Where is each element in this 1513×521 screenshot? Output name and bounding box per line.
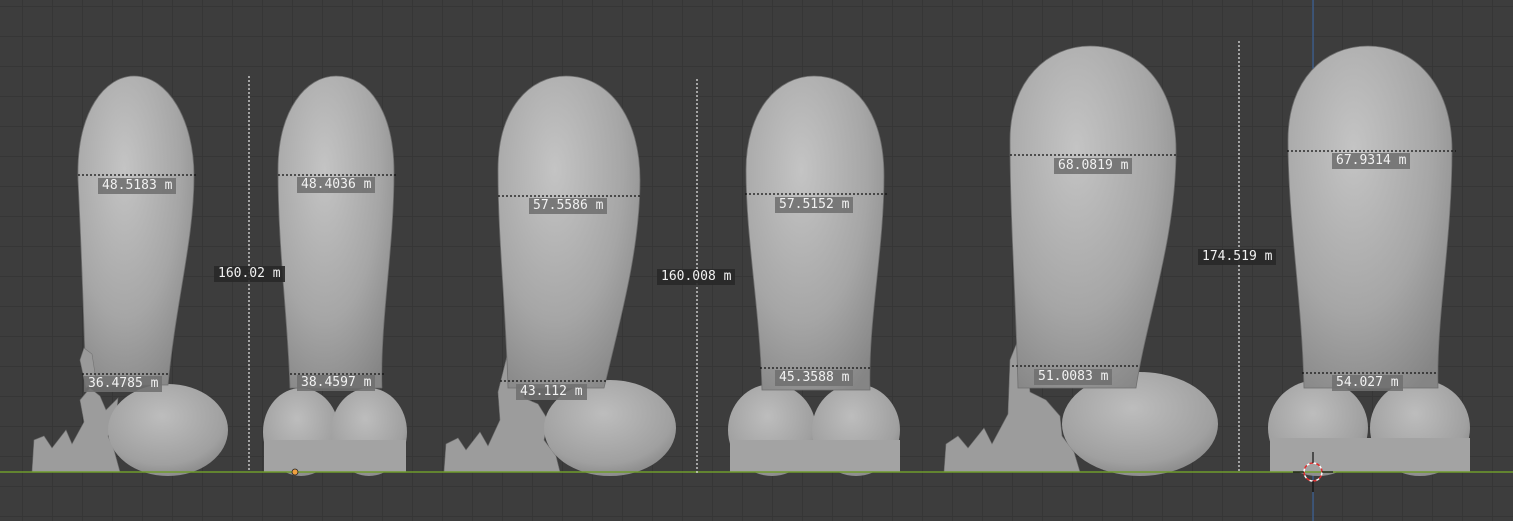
model-6[interactable] (1268, 45, 1470, 476)
height-label: 174.519 m (1198, 249, 1277, 265)
model-1[interactable] (31, 75, 228, 476)
measurement-label: 36.4785 m (84, 376, 163, 392)
model-2-shaft (277, 75, 395, 389)
model-6-shaft (1287, 45, 1453, 389)
model-1-splash (31, 387, 121, 473)
measurement-label: 68.0819 m (1054, 158, 1133, 174)
3d-viewport[interactable]: 48.5183 m 36.4785 m 48.4036 m 38.4597 m … (0, 0, 1513, 521)
height-label: 160.008 m (657, 269, 736, 285)
model-1-ball (108, 384, 228, 476)
measurement-label: 45.3588 m (775, 370, 854, 386)
model-2-ball-fill (264, 440, 406, 472)
model-4[interactable] (728, 75, 900, 476)
model-4-ball-fill (730, 440, 900, 472)
model-5-shaft (1009, 45, 1177, 389)
scene-canvas[interactable] (0, 0, 1513, 521)
height-label: 160.02 m (214, 266, 285, 282)
measurement-label: 48.5183 m (98, 178, 177, 194)
measurement-label: 51.0083 m (1034, 369, 1113, 385)
model-4-shaft (745, 75, 885, 391)
measurement-label: 54.027 m (1332, 375, 1403, 391)
model-5[interactable] (943, 45, 1218, 476)
measurement-label: 57.5586 m (529, 198, 608, 214)
model-1-shaft (77, 75, 195, 386)
model-3[interactable] (443, 75, 676, 476)
measurement-label: 38.4597 m (297, 375, 376, 391)
measurement-label: 67.9314 m (1332, 153, 1411, 169)
measurement-label: 48.4036 m (297, 177, 376, 193)
model-3-shaft (497, 75, 641, 389)
measurement-label: 57.5152 m (775, 197, 854, 213)
object-origin-icon[interactable] (291, 468, 299, 476)
measurement-label: 43.112 m (516, 384, 587, 400)
model-6-ball-fill (1270, 438, 1470, 472)
